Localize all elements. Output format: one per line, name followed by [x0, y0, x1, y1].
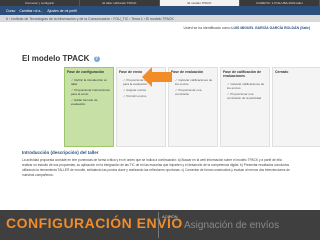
- phase-task[interactable]: Editar formato de evaluación: [71, 98, 111, 106]
- user-login-line: Usted se ha identificado como LUIS MIGUE…: [184, 26, 311, 30]
- phase-task[interactable]: Permitir envíos: [123, 94, 163, 98]
- banner-title: CONFIGURACIÓN ENVÍO: [6, 215, 183, 231]
- intro-text: La actividad propuesta consiste en leer …: [22, 158, 290, 177]
- phase-task[interactable]: Definir la introducción al taller: [71, 78, 111, 86]
- menu-item-2[interactable]: Ajustes de mi perfil: [47, 9, 77, 13]
- intro-heading: Introducción (descripción) del taller: [22, 150, 99, 155]
- arrow-pointer-icon: [142, 67, 172, 87]
- page-title: El modelo TPACK ?: [22, 54, 100, 63]
- banner-divider: [158, 212, 159, 238]
- phase-task[interactable]: Calcular calificaciones de los envíos: [175, 78, 215, 86]
- intro-description: La actividad propuesta consiste en leer …: [22, 158, 292, 178]
- user-name-link[interactable]: LUIS MIGUEL GARCÍA GARCÍA ROLDÁN (Salir): [231, 26, 310, 30]
- phase-column-4[interactable]: Cerrado: [272, 67, 320, 147]
- help-icon[interactable]: ?: [93, 55, 100, 62]
- phase-title: Fase de calificación de evaluaciones: [223, 70, 262, 78]
- phase-task[interactable]: Proporcionar una conclusión de la activi…: [227, 92, 267, 100]
- phase-task[interactable]: Asignar envíos: [123, 88, 163, 92]
- phase-column-2[interactable]: Fase de evaluación Calcular calificacion…: [168, 67, 218, 147]
- menu-item-0[interactable]: Curso: [6, 9, 15, 13]
- top-menubar: Curso Cambiar rol a... Ajustes de mi per…: [0, 6, 320, 15]
- phase-planner: Fase de configuración Definir la introdu…: [64, 67, 320, 147]
- page-title-text: El modelo TPACK: [22, 54, 90, 63]
- phase-title: Fase de configuración: [67, 70, 105, 74]
- banner-label: ACCIÓN: [162, 214, 178, 219]
- phase-column-3[interactable]: Fase de calificación de evaluaciones Cal…: [220, 67, 270, 147]
- phase-task[interactable]: Proporcionar una conclusión: [175, 88, 215, 96]
- phase-task[interactable]: Calcular calificaciones de los envíos: [227, 82, 267, 90]
- banner-action: Asignación de envíos: [184, 220, 280, 231]
- breadcrumb-text[interactable]: Ir › Instituto de Tecnologías de la Info…: [6, 17, 174, 21]
- phase-column-0[interactable]: Fase de configuración Definir la introdu…: [64, 67, 114, 147]
- breadcrumb: Ir › Instituto de Tecnologías de la Info…: [0, 15, 320, 22]
- menu-item-1[interactable]: Cambiar rol a...: [19, 9, 43, 13]
- phase-title: Cerrado: [275, 70, 289, 74]
- phase-title: Fase de evaluación: [171, 70, 204, 74]
- phase-task[interactable]: Proporcionar instrucciones para el envío: [71, 88, 111, 96]
- user-prefix: Usted se ha identificado como: [183, 26, 231, 30]
